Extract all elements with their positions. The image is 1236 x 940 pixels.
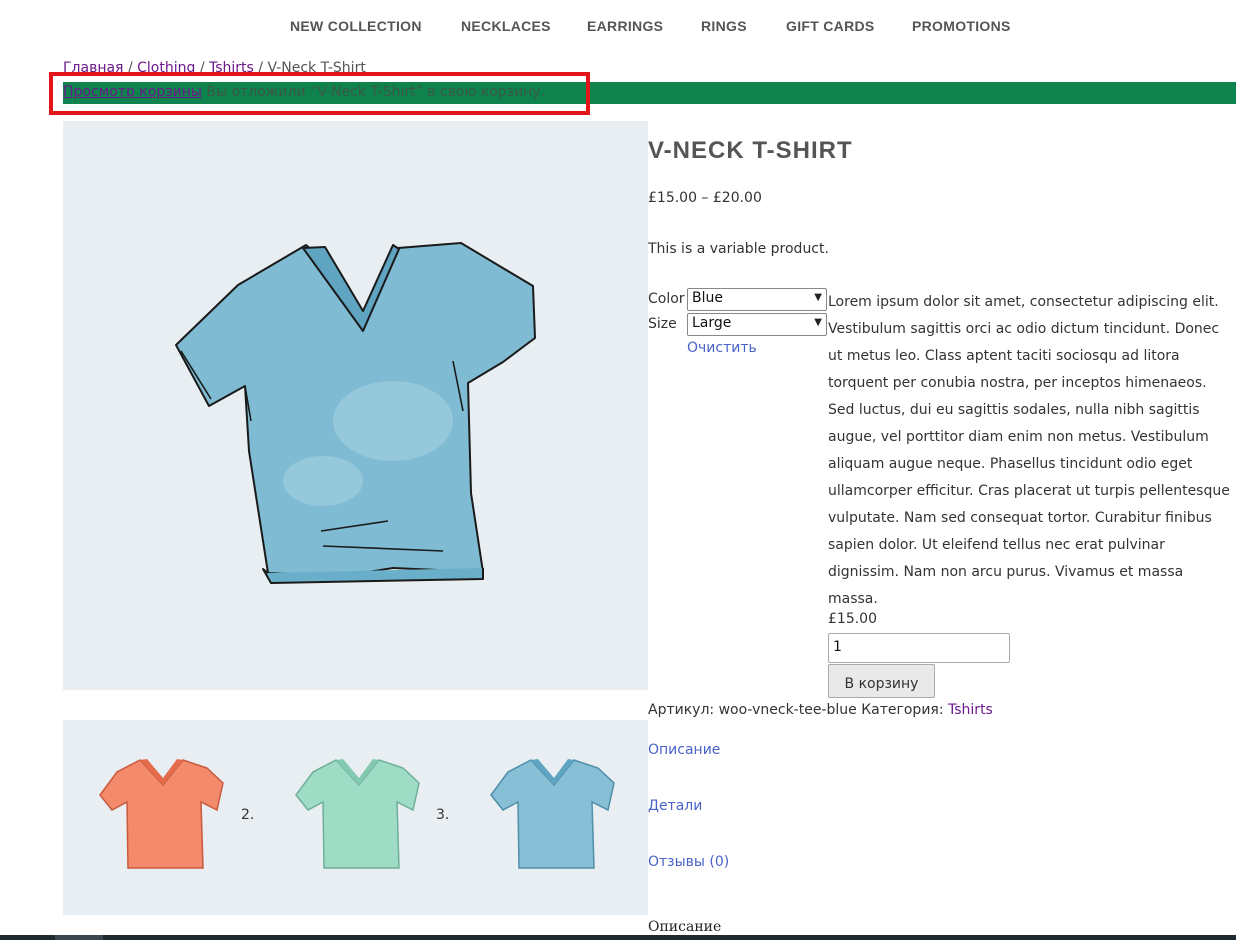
notice-message: Вы отложили “V-Neck T-Shirt” в свою корз… [206, 84, 546, 100]
main-navigation: NEW COLLECTION NECKLACES EARRINGS RINGS … [0, 18, 1236, 38]
tab-reviews[interactable]: Отзывы (0) [648, 854, 729, 870]
thumbnail-number: 3. [436, 807, 450, 823]
price-range: £15.00 – £20.00 [648, 190, 762, 206]
product-thumbnails: 2. 3. [63, 720, 648, 915]
category-label: Категория: [861, 702, 944, 718]
product-description: Lorem ipsum dolor sit amet, consectetur … [828, 294, 1230, 607]
nav-item-promotions[interactable]: PROMOTIONS [912, 18, 1011, 34]
description-panel-title: Описание [648, 919, 722, 935]
size-label: Size [648, 316, 677, 332]
product-title: V-NECK T-SHIRT [648, 137, 853, 164]
category-link[interactable]: Tshirts [948, 702, 993, 718]
clear-variations-link[interactable]: Очистить [687, 340, 757, 356]
variation-price: £15.00 [828, 611, 877, 627]
product-meta: Артикул: woo-vneck-tee-blue Категория: T… [648, 702, 993, 718]
nav-item-rings[interactable]: RINGS [701, 18, 747, 34]
tab-description[interactable]: Описание [648, 742, 720, 758]
breadcrumb-separator: / [199, 60, 205, 76]
taskbar [0, 935, 1236, 940]
thumbnail-blue[interactable] [486, 750, 616, 880]
size-select-value: Large [692, 315, 732, 331]
nav-item-necklaces[interactable]: NECKLACES [461, 18, 551, 34]
breadcrumb-separator: / [258, 60, 263, 76]
color-select[interactable]: Blue ▼ [687, 288, 827, 311]
quantity-input[interactable]: 1 [828, 633, 1010, 663]
cart-notice: Просмотр корзины Вы отложили “V-Neck T-S… [63, 82, 1236, 104]
color-label: Color [648, 291, 685, 307]
breadcrumb: Главная / Clothing / Tshirts / V-Neck T-… [63, 60, 366, 78]
short-description: This is a variable product. [648, 241, 829, 257]
thumbnail-mint[interactable] [291, 750, 421, 880]
breadcrumb-home-link[interactable]: Главная [63, 60, 123, 76]
size-select[interactable]: Large ▼ [687, 313, 827, 336]
nav-item-earrings[interactable]: EARRINGS [587, 18, 663, 34]
breadcrumb-tshirts-link[interactable]: Tshirts [209, 60, 254, 76]
chevron-down-icon: ▼ [814, 317, 822, 328]
chevron-down-icon: ▼ [814, 292, 822, 303]
view-cart-link[interactable]: Просмотр корзины [63, 84, 202, 100]
taskbar-item[interactable] [55, 935, 103, 940]
tshirt-blue-icon [490, 759, 615, 869]
thumbnail-number: 2. [241, 807, 255, 823]
tshirt-blue-icon [175, 242, 536, 584]
add-to-cart-button[interactable]: В корзину [828, 664, 935, 698]
breadcrumb-current: V-Neck T-Shirt [267, 60, 366, 76]
thumbnail-orange[interactable] [95, 750, 225, 880]
color-select-value: Blue [692, 290, 723, 306]
nav-item-new-collection[interactable]: NEW COLLECTION [290, 18, 422, 34]
tab-details[interactable]: Детали [648, 798, 702, 814]
tshirt-mint-icon [295, 759, 420, 869]
product-main-image[interactable] [63, 121, 648, 690]
sku-label: Артикул: [648, 702, 715, 718]
breadcrumb-clothing-link[interactable]: Clothing [137, 60, 195, 76]
sku-value: woo-vneck-tee-blue [718, 702, 857, 718]
nav-item-gift-cards[interactable]: GIFT CARDS [786, 18, 875, 34]
breadcrumb-separator: / [127, 60, 133, 76]
tshirt-orange-icon [99, 759, 224, 869]
